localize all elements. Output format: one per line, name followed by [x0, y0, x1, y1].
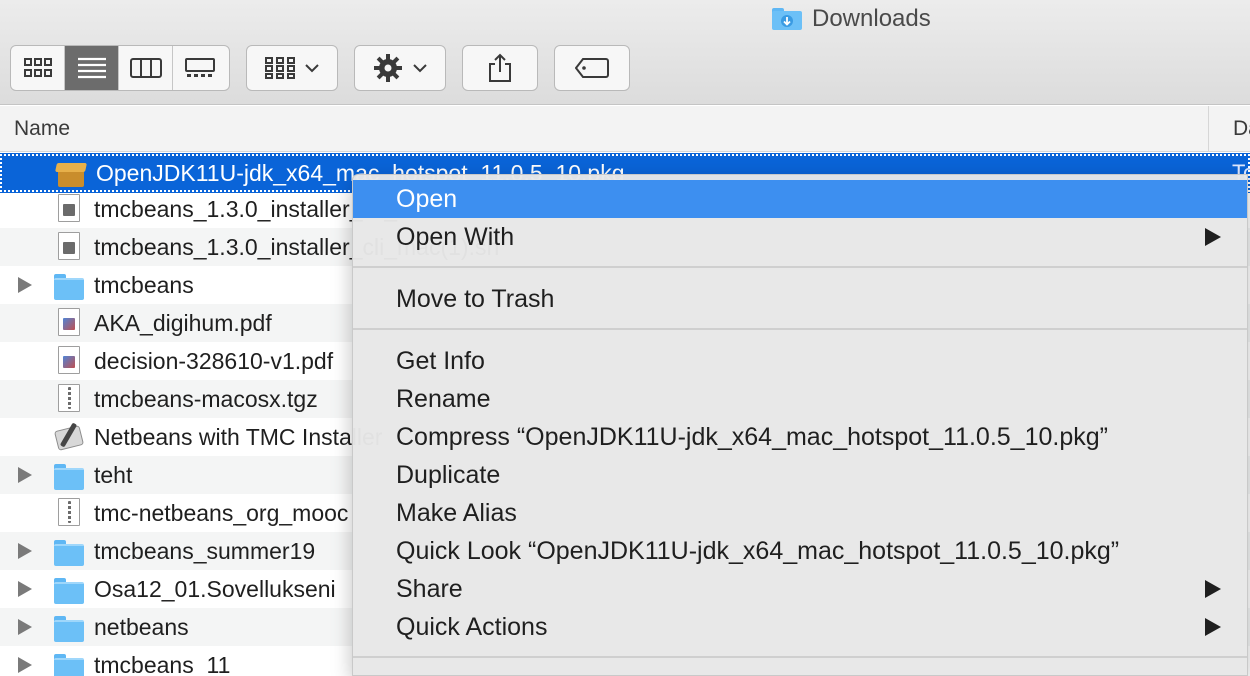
context-menu: Open Open With Move to Trash Get Info Re… [352, 174, 1248, 676]
icon-view-button[interactable] [11, 46, 65, 90]
menu-item-label: Quick Actions [396, 613, 548, 641]
chevron-down-icon [413, 64, 427, 73]
file-name: Netbeans with TMC Installer [94, 424, 383, 450]
folder-icon [54, 650, 84, 676]
folder-icon [54, 536, 84, 566]
pdf-icon [54, 308, 84, 338]
window-title-text: Downloads [812, 5, 931, 32]
menu-item-label: Share [396, 575, 463, 603]
icon-view-icon [23, 58, 52, 77]
group-by-button[interactable] [246, 45, 338, 91]
menu-item-label: Rename [396, 385, 491, 413]
file-name: teht [94, 462, 133, 488]
view-mode-control[interactable] [10, 45, 230, 91]
window-toolbar: Downloads [0, 0, 1250, 105]
folder-icon [54, 460, 84, 490]
list-view-icon [77, 57, 106, 79]
menu-item-open-with[interactable]: Open With [353, 218, 1247, 256]
gallery-view-button[interactable] [173, 46, 227, 90]
file-name: AKA_digihum.pdf [94, 310, 272, 336]
file-name: netbeans [94, 614, 189, 640]
action-menu-button[interactable] [354, 45, 446, 91]
pdf-icon [54, 346, 84, 376]
shell-script-icon [54, 232, 84, 262]
file-name: Osa12_01.Sovellukseni [94, 576, 336, 602]
menu-item-label: Make Alias [396, 499, 517, 527]
menu-item-quick-actions[interactable]: Quick Actions [353, 608, 1247, 646]
archive-icon [54, 498, 84, 528]
chevron-down-icon [305, 64, 319, 73]
menu-item-label: Open With [396, 223, 515, 251]
tags-button[interactable] [554, 45, 630, 91]
disclosure-triangle-icon[interactable] [18, 657, 32, 673]
folder-icon [54, 612, 84, 642]
menu-separator [353, 266, 1247, 268]
disclosure-triangle-icon[interactable] [18, 619, 32, 635]
shell-script-icon [54, 194, 84, 224]
package-icon [55, 160, 87, 190]
menu-item-move-to-trash[interactable]: Move to Trash [353, 280, 1247, 318]
submenu-arrow-icon [1205, 228, 1221, 246]
menu-item-make-alias[interactable]: Make Alias [353, 494, 1247, 532]
folder-icon [54, 574, 84, 604]
menu-item-label: Open [396, 185, 458, 213]
menu-item-compress[interactable]: Compress “OpenJDK11U-jdk_x64_mac_hotspot… [353, 418, 1247, 456]
menu-item-rename[interactable]: Rename [353, 380, 1247, 418]
menu-item-label: Duplicate [396, 461, 501, 489]
list-view-button[interactable] [65, 46, 119, 90]
menu-item-label: Move to Trash [396, 285, 555, 313]
menu-item-label: Quick Look “OpenJDK11U-jdk_x64_mac_hotsp… [396, 537, 1120, 565]
archive-icon [54, 384, 84, 414]
group-grid-icon [265, 57, 295, 79]
menu-item-quick-look[interactable]: Quick Look “OpenJDK11U-jdk_x64_mac_hotsp… [353, 532, 1247, 570]
date-column-header[interactable]: Da [1208, 106, 1250, 152]
menu-item-label: Get Info [396, 347, 485, 375]
file-name: tmcbeans [94, 272, 194, 298]
share-button[interactable] [462, 45, 538, 91]
tag-icon [575, 58, 609, 78]
column-view-icon [129, 58, 162, 78]
menu-item-open[interactable]: Open [353, 180, 1247, 218]
column-view-button[interactable] [119, 46, 173, 90]
menu-separator [353, 328, 1247, 330]
window-title: Downloads [772, 4, 931, 34]
menu-item-share[interactable]: Share [353, 570, 1247, 608]
menu-item-duplicate[interactable]: Duplicate [353, 456, 1247, 494]
menu-item-get-info[interactable]: Get Info [353, 342, 1247, 380]
disclosure-triangle-icon[interactable] [18, 581, 32, 597]
menu-item-label: Compress “OpenJDK11U-jdk_x64_mac_hotspot… [396, 423, 1108, 451]
disclosure-triangle-icon[interactable] [18, 277, 32, 293]
file-name: tmc-netbeans_org_mooc [94, 500, 349, 526]
folder-icon [54, 270, 84, 300]
column-header: Name Da [0, 106, 1250, 152]
submenu-arrow-icon [1205, 618, 1221, 636]
downloads-folder-icon [772, 8, 802, 30]
disclosure-triangle-icon[interactable] [18, 467, 32, 483]
menu-separator [353, 656, 1247, 658]
installer-icon [53, 422, 85, 452]
file-name: decision-328610-v1.pdf [94, 348, 334, 374]
gear-icon [374, 54, 402, 82]
name-column-header[interactable]: Name [14, 117, 70, 141]
disclosure-triangle-icon[interactable] [18, 543, 32, 559]
gallery-view-icon [185, 58, 215, 77]
file-name: tmcbeans_11 [94, 652, 231, 676]
file-name: tmcbeans-macosx.tgz [94, 386, 318, 412]
share-icon [489, 53, 511, 82]
file-name: tmcbeans_summer19 [94, 538, 316, 564]
submenu-arrow-icon [1205, 580, 1221, 598]
